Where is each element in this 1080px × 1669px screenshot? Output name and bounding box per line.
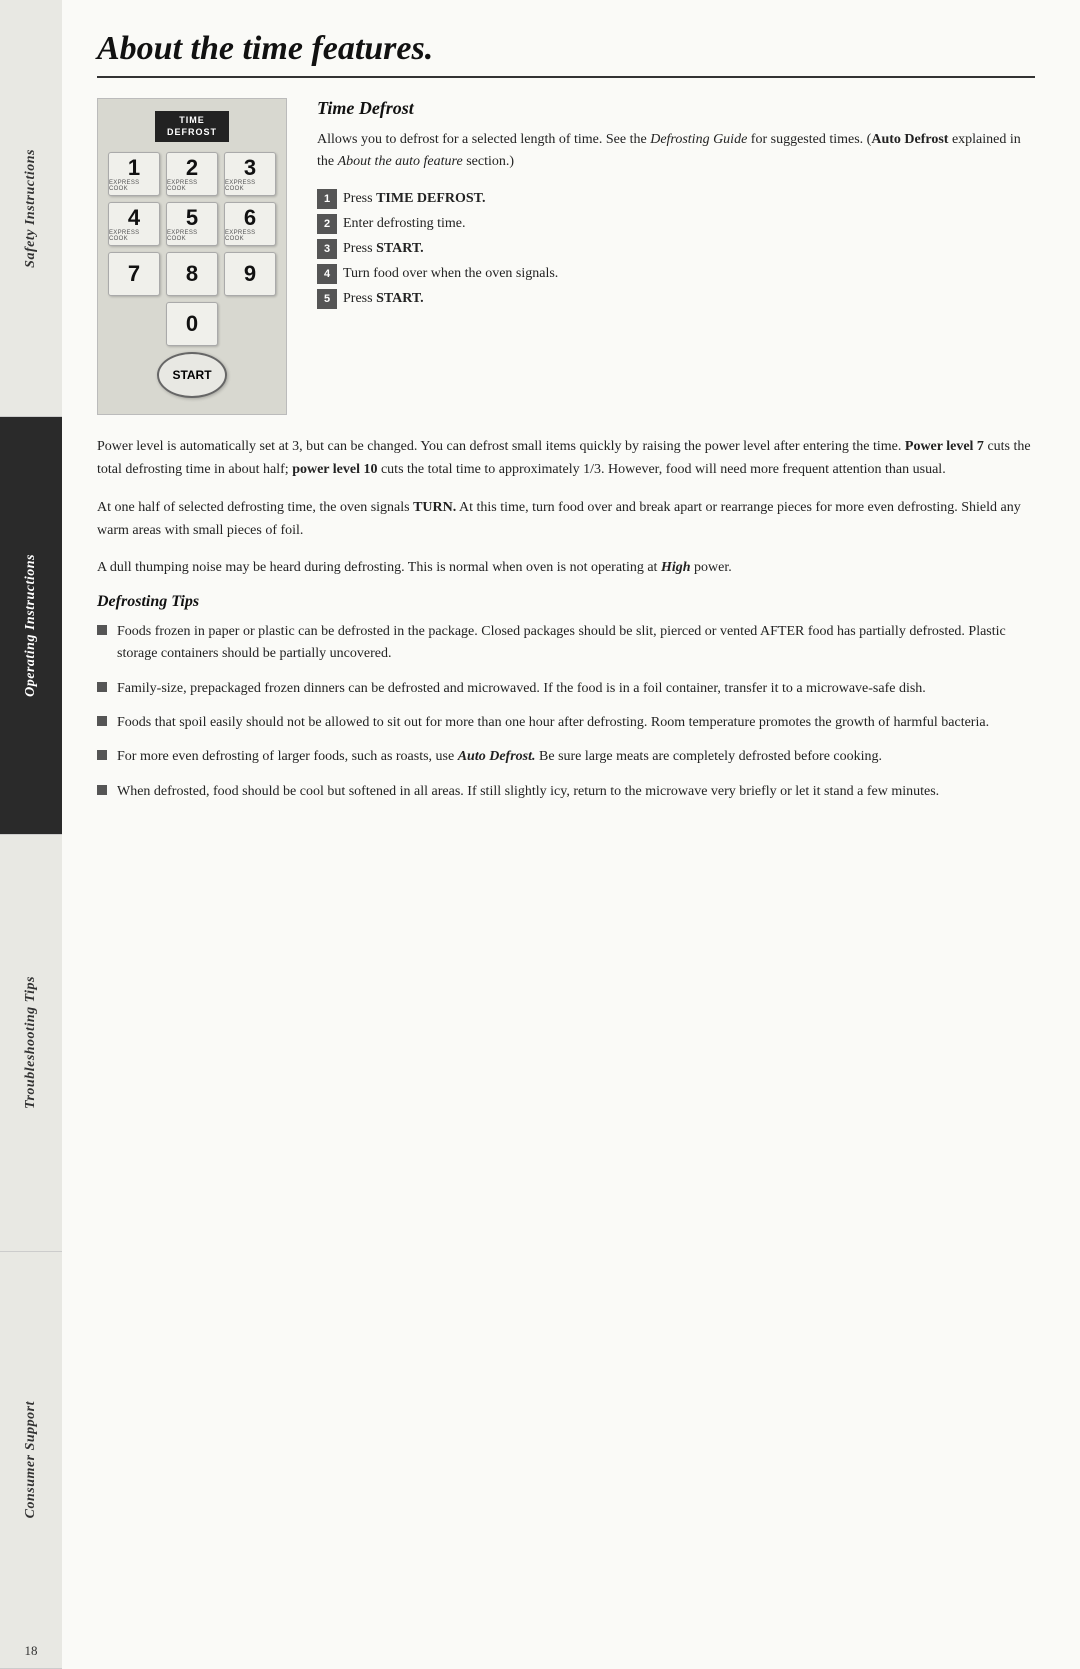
tip-2: Family-size, prepackaged frozen dinners … — [97, 678, 1035, 700]
steps-list: 1 Press TIME DEFROST. 2 Enter defrosting… — [317, 188, 1035, 309]
key-7[interactable]: 7 — [108, 252, 160, 296]
step-2: 2 Enter defrosting time. — [317, 213, 1035, 234]
defrosting-tips-title: Defrosting Tips — [97, 593, 1035, 611]
bullet-icon — [97, 625, 107, 635]
key-8[interactable]: 8 — [166, 252, 218, 296]
sidebar: Safety Instructions Operating Instructio… — [0, 0, 62, 1669]
key-3[interactable]: 3 EXPRESS COOK — [224, 152, 276, 196]
sidebar-item-troubleshooting[interactable]: Troubleshooting Tips — [0, 835, 62, 1252]
sidebar-item-safety[interactable]: Safety Instructions — [0, 0, 62, 417]
bullet-icon — [97, 750, 107, 760]
keypad-row-0: 0 — [166, 302, 218, 346]
key-5[interactable]: 5 EXPRESS COOK — [166, 202, 218, 246]
content-layout: TIME DEFROST 1 EXPRESS COOK 2 EXPRESS CO… — [97, 98, 1035, 415]
sidebar-label-safety: Safety Instructions — [23, 149, 39, 268]
main-content: About the time features. TIME DEFROST 1 … — [62, 0, 1080, 1669]
para3: A dull thumping noise may be heard durin… — [97, 556, 1035, 579]
start-button[interactable]: START — [157, 352, 227, 398]
page-number: 18 — [0, 1643, 62, 1659]
keypad-row-2: 4 EXPRESS COOK 5 EXPRESS COOK 6 EXPRESS … — [108, 202, 276, 246]
sidebar-item-operating[interactable]: Operating Instructions — [0, 417, 62, 834]
bullet-icon — [97, 785, 107, 795]
para1: Power level is automatically set at 3, b… — [97, 435, 1035, 481]
tip-3: Foods that spoil easily should not be al… — [97, 712, 1035, 734]
keypad-row-1: 1 EXPRESS COOK 2 EXPRESS COOK 3 EXPRESS … — [108, 152, 276, 196]
key-0[interactable]: 0 — [166, 302, 218, 346]
sidebar-label-operating: Operating Instructions — [23, 554, 39, 697]
para2: At one half of selected defrosting time,… — [97, 496, 1035, 542]
sidebar-label-consumer: Consumer Support — [23, 1401, 39, 1518]
key-2[interactable]: 2 EXPRESS COOK — [166, 152, 218, 196]
page-title: About the time features. — [97, 30, 1035, 78]
key-4[interactable]: 4 EXPRESS COOK — [108, 202, 160, 246]
key-1[interactable]: 1 EXPRESS COOK — [108, 152, 160, 196]
step-1: 1 Press TIME DEFROST. — [317, 188, 1035, 209]
step-4: 4 Turn food over when the oven signals. — [317, 263, 1035, 284]
step-5: 5 Press START. — [317, 288, 1035, 309]
sidebar-item-consumer[interactable]: Consumer Support — [0, 1252, 62, 1669]
tip-1: Foods frozen in paper or plastic can be … — [97, 621, 1035, 666]
keypad-row-start: START — [157, 352, 227, 398]
tip-5: When defrosted, food should be cool but … — [97, 781, 1035, 803]
body-section: Power level is automatically set at 3, b… — [97, 435, 1035, 803]
intro-text: Allows you to defrost for a selected len… — [317, 129, 1035, 174]
time-defrost-title: Time Defrost — [317, 98, 1035, 119]
tip-4: For more even defrosting of larger foods… — [97, 746, 1035, 768]
bullet-icon — [97, 716, 107, 726]
right-content: Time Defrost Allows you to defrost for a… — [317, 98, 1035, 323]
bullet-icon — [97, 682, 107, 692]
keypad-row-3: 7 8 9 — [108, 252, 276, 296]
time-defrost-label: TIME DEFROST — [155, 111, 229, 142]
step-3: 3 Press START. — [317, 238, 1035, 259]
sidebar-label-troubleshooting: Troubleshooting Tips — [23, 976, 39, 1109]
keypad-panel: TIME DEFROST 1 EXPRESS COOK 2 EXPRESS CO… — [97, 98, 287, 415]
key-6[interactable]: 6 EXPRESS COOK — [224, 202, 276, 246]
key-9[interactable]: 9 — [224, 252, 276, 296]
defrosting-tips-list: Foods frozen in paper or plastic can be … — [97, 621, 1035, 803]
